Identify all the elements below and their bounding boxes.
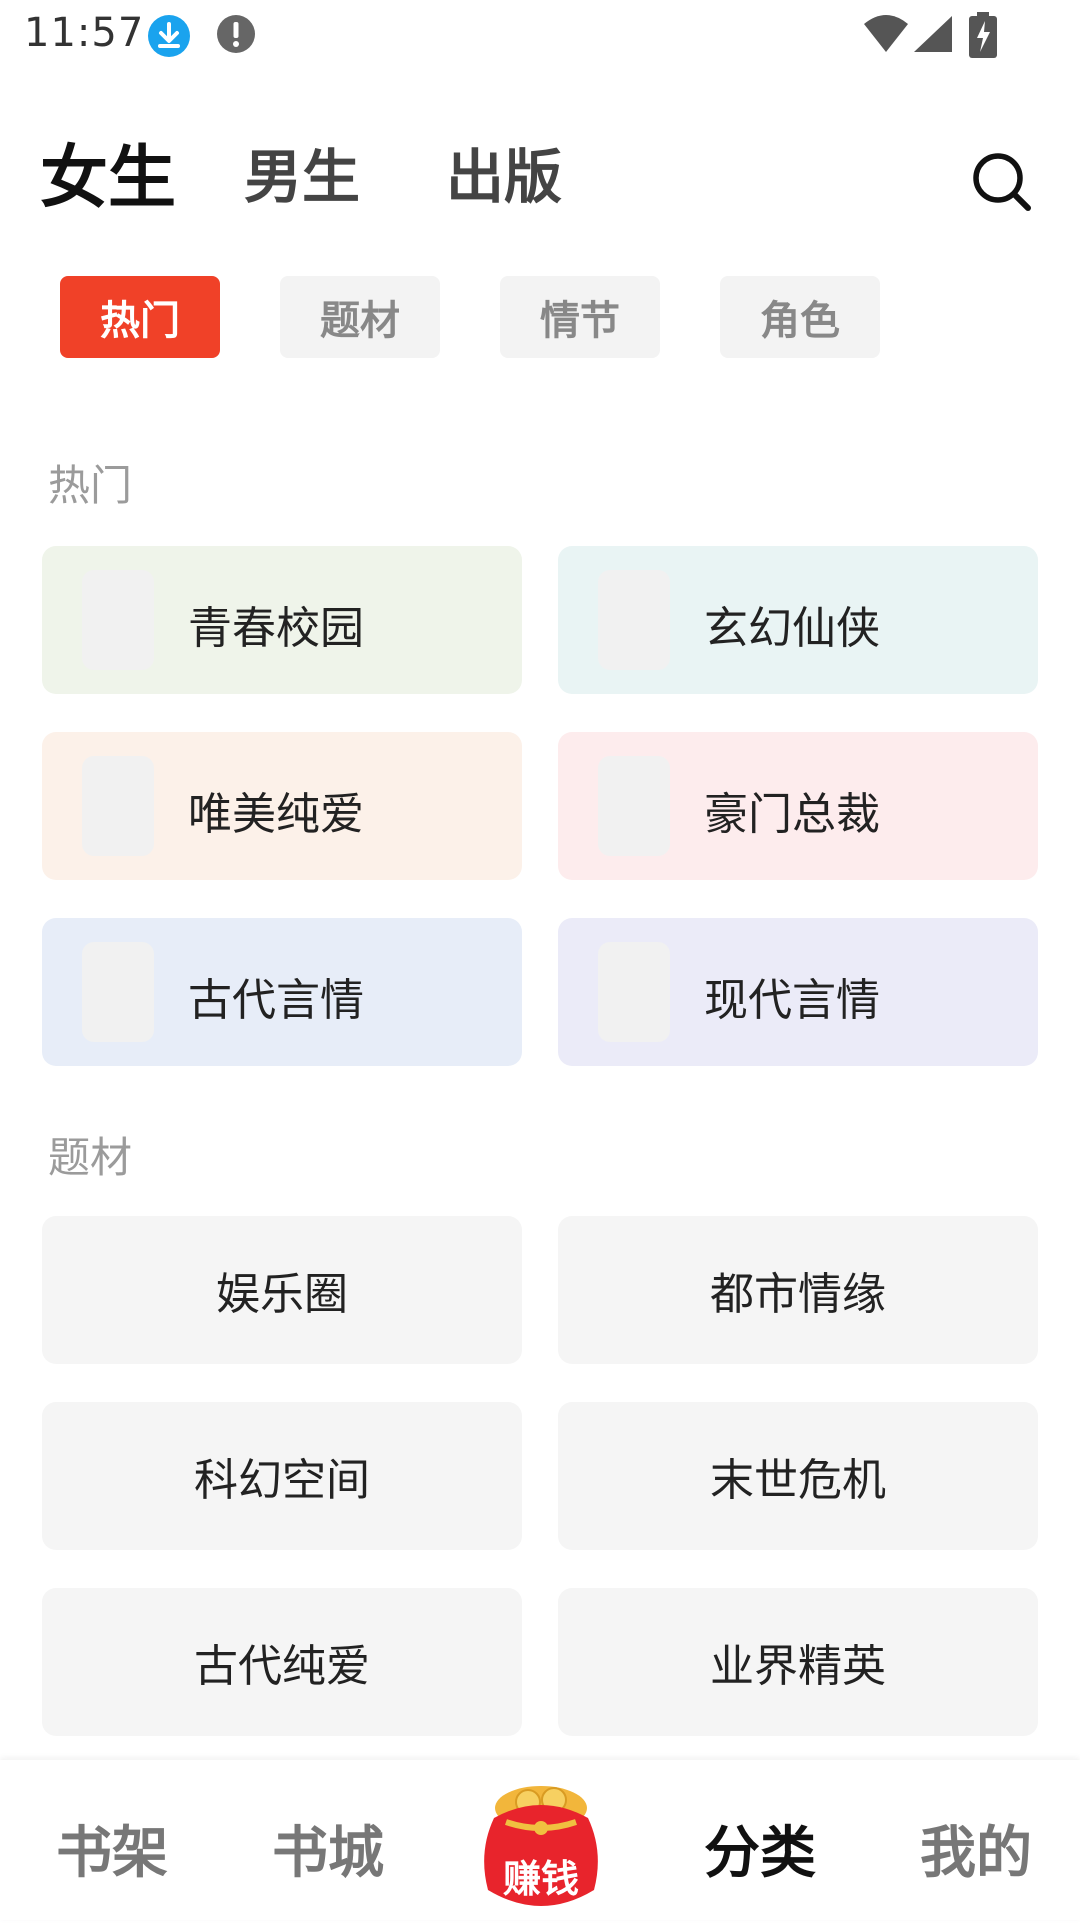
genre-label: 末世危机	[710, 1455, 886, 1506]
section-title-theme: 题材	[48, 1133, 133, 1182]
genre-label: 娱乐圈	[216, 1269, 348, 1320]
top-tab-bar: 女生 男生 出版	[0, 130, 1080, 230]
nav-bookstore[interactable]: 书城	[272, 1808, 384, 1889]
genre-card[interactable]: 都市情缘	[558, 1216, 1038, 1364]
signal-icon	[914, 16, 952, 52]
nav-bookshelf[interactable]: 书架	[56, 1808, 168, 1889]
section-title-hot: 热门	[48, 461, 133, 510]
battery-charging-icon	[969, 12, 997, 58]
tab-female[interactable]: 女生	[40, 122, 176, 221]
category-cover	[598, 570, 670, 670]
subtab-theme[interactable]: 题材	[280, 276, 440, 358]
genre-card[interactable]: 科幻空间	[42, 1402, 522, 1550]
tab-male[interactable]: 男生	[244, 130, 360, 214]
wifi-icon	[864, 15, 908, 52]
status-bar: 11:57	[0, 0, 1080, 72]
category-cover	[82, 570, 154, 670]
genre-card[interactable]: 古代纯爱	[42, 1588, 522, 1736]
category-cover	[82, 756, 154, 856]
category-card-gudai[interactable]: 古代言情	[42, 918, 522, 1066]
genre-label: 古代纯爱	[194, 1641, 370, 1692]
bottom-nav: 书架 书城 赚钱 分类 我的	[0, 1760, 1080, 1920]
category-label: 青春校园	[188, 603, 364, 654]
genre-card[interactable]: 娱乐圈	[42, 1216, 522, 1364]
category-card-qingchun[interactable]: 青春校园	[42, 546, 522, 694]
genre-label: 业界精英	[710, 1641, 886, 1692]
category-cover	[598, 942, 670, 1042]
download-icon	[148, 15, 190, 57]
subtab-hot[interactable]: 热门	[60, 276, 220, 358]
category-card-xiandai[interactable]: 现代言情	[558, 918, 1038, 1066]
category-label: 现代言情	[704, 975, 880, 1026]
nav-mine[interactable]: 我的	[920, 1808, 1032, 1889]
subtab-plot[interactable]: 情节	[500, 276, 660, 358]
category-label: 古代言情	[188, 975, 364, 1026]
category-cover	[82, 942, 154, 1042]
status-time: 11:57	[24, 10, 145, 56]
category-label: 玄幻仙侠	[704, 603, 880, 654]
category-card-chunai[interactable]: 唯美纯爱	[42, 732, 522, 880]
category-cover	[598, 756, 670, 856]
category-label: 唯美纯爱	[188, 789, 364, 840]
category-card-haomen[interactable]: 豪门总裁	[558, 732, 1038, 880]
earn-money-button[interactable]: 赚钱	[476, 1772, 606, 1922]
genre-card[interactable]: 末世危机	[558, 1402, 1038, 1550]
category-card-xuanhuan[interactable]: 玄幻仙侠	[558, 546, 1038, 694]
nav-category[interactable]: 分类	[704, 1808, 816, 1889]
genre-label: 科幻空间	[194, 1455, 370, 1506]
earn-label: 赚钱	[502, 1857, 579, 1901]
category-label: 豪门总裁	[704, 789, 880, 840]
search-icon[interactable]	[970, 150, 1034, 214]
genre-card[interactable]: 业界精英	[558, 1588, 1038, 1736]
tab-publish[interactable]: 出版	[446, 130, 562, 214]
alert-icon	[217, 15, 255, 53]
genre-label: 都市情缘	[710, 1269, 886, 1320]
subtab-role[interactable]: 角色	[720, 276, 880, 358]
